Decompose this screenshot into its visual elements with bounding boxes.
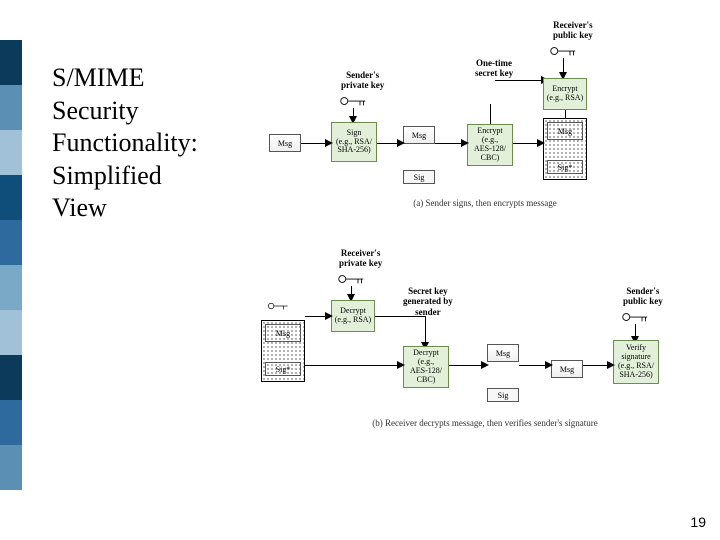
connector bbox=[375, 316, 425, 317]
encrypt-aes-block: Encrypt(e.g.,AES-128/CBC) bbox=[467, 124, 513, 166]
connector bbox=[305, 316, 327, 317]
caption-b: (b) Receiver decrypts message, then veri… bbox=[335, 418, 635, 428]
msg-box: Msg bbox=[269, 134, 301, 152]
connector bbox=[305, 365, 399, 366]
connector bbox=[449, 365, 483, 366]
stripe bbox=[0, 265, 22, 310]
msg-box: Msg bbox=[403, 126, 435, 144]
sig-box-encrypted: Sig* bbox=[265, 362, 301, 376]
msg-box-encrypted: Msg bbox=[265, 324, 301, 342]
receiver-public-key-label: Receiver'spublic key bbox=[553, 20, 593, 41]
diagram: Receiver'spublic key One-timesecret key … bbox=[235, 20, 695, 480]
secret-key-label: Secret keygenerated bysender bbox=[403, 286, 453, 317]
connector bbox=[425, 316, 426, 344]
key-icon bbox=[339, 94, 367, 108]
stripe bbox=[0, 85, 22, 130]
arrow-icon bbox=[461, 139, 469, 147]
key-icon bbox=[267, 300, 289, 312]
stripe bbox=[0, 40, 22, 85]
arrow-icon bbox=[607, 361, 615, 369]
stripe bbox=[0, 130, 22, 175]
one-time-secret-key-label: One-timesecret key bbox=[475, 58, 513, 79]
arrow-icon bbox=[397, 139, 405, 147]
arrow-icon bbox=[481, 361, 489, 369]
connector bbox=[490, 104, 491, 124]
sign-block: Sign(e.g., RSA/SHA-256) bbox=[331, 122, 377, 162]
connector bbox=[583, 365, 609, 366]
key-icon bbox=[337, 272, 365, 286]
key-icon bbox=[549, 44, 577, 58]
connector bbox=[301, 143, 327, 144]
stripe bbox=[0, 445, 22, 490]
arrow-icon bbox=[325, 312, 333, 320]
msg-box: Msg bbox=[487, 344, 519, 362]
stripe bbox=[0, 355, 22, 400]
decrypt-rsa-block: Decrypt(e.g., RSA) bbox=[331, 300, 375, 332]
decrypt-aes-block: Decrypt(e.g.,AES-128/CBC) bbox=[403, 346, 449, 388]
arrow-icon bbox=[397, 361, 405, 369]
connector bbox=[513, 143, 539, 144]
connector bbox=[377, 143, 399, 144]
page-number: 19 bbox=[690, 514, 706, 530]
stripe bbox=[0, 400, 22, 445]
sender-private-key-label: Sender'sprivate key bbox=[341, 70, 384, 91]
slide-title: S/MIMESecurityFunctionality:SimplifiedVi… bbox=[52, 62, 198, 225]
msg-box: Msg bbox=[551, 360, 583, 378]
encrypt-rsa-block: Encrypt(e.g., RSA) bbox=[543, 78, 587, 110]
connector bbox=[519, 365, 547, 366]
arrow-icon bbox=[537, 139, 545, 147]
stripe bbox=[0, 175, 22, 220]
sig-box-encrypted: Sig* bbox=[547, 160, 583, 174]
verify-block: Verifysignature(e.g., RSA/SHA-256) bbox=[613, 340, 659, 384]
receiver-private-key-label: Receiver'sprivate key bbox=[339, 248, 382, 269]
msg-box-encrypted: Msg bbox=[547, 122, 583, 140]
sender-public-key-label: Sender'spublic key bbox=[623, 286, 663, 307]
stripe bbox=[0, 220, 22, 265]
connector bbox=[495, 80, 543, 81]
sig-box: Sig bbox=[403, 170, 435, 184]
connector bbox=[435, 143, 463, 144]
key-icon bbox=[621, 310, 649, 324]
arrow-icon bbox=[545, 361, 553, 369]
connector bbox=[565, 110, 566, 118]
decorative-sidebar bbox=[0, 40, 22, 490]
arrow-icon bbox=[325, 139, 333, 147]
caption-a: (a) Sender signs, then encrypts message bbox=[385, 198, 585, 208]
sig-box: Sig bbox=[487, 388, 519, 402]
stripe bbox=[0, 310, 22, 355]
